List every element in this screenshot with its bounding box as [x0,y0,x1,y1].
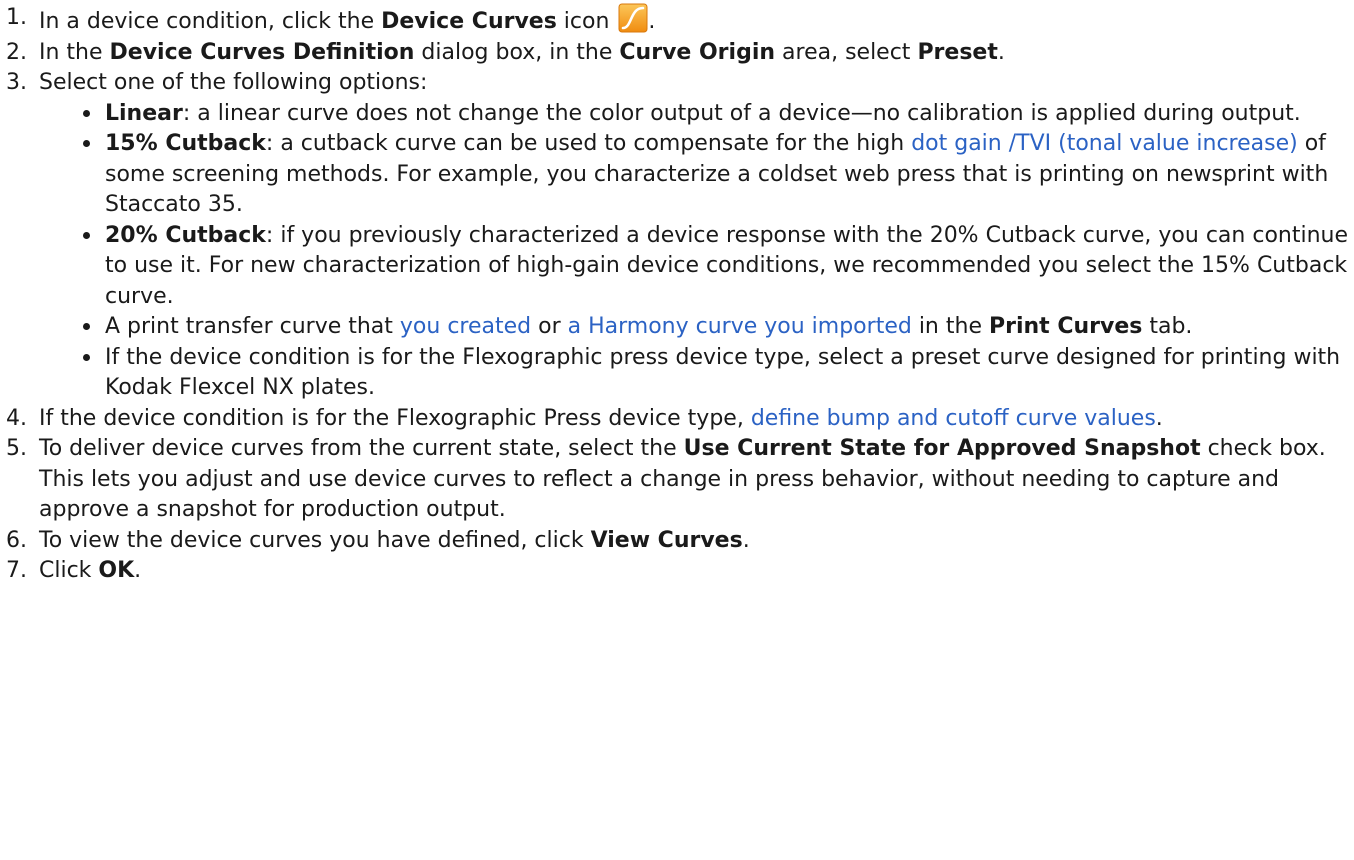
option-text: A print transfer curve that [105,314,400,339]
option-name: Preset [917,39,998,65]
step-5: 5. To deliver device curves from the curr… [0,434,1354,526]
step-text: . [648,9,656,34]
step-text: icon [556,9,617,34]
step-text: . [1155,405,1163,431]
options-container: Linear: a linear curve does not change t… [0,99,1354,404]
option-term: 20% Cutback [105,222,266,248]
step-text: dialog box, in the [414,39,620,65]
option-text: If the device condition is for the Flexo… [105,344,1341,401]
step-text: In a device condition, click the [39,9,382,34]
step-number: 2. [6,39,27,65]
step-text: If the device condition is for the Flexo… [39,405,751,431]
area-name: Curve Origin [619,39,776,65]
step-number: 7. [6,558,27,583]
option-20-cutback: 20% Cutback: if you previously character… [83,221,1354,313]
step-text: To view the device curves you have defin… [39,527,591,553]
option-text: tab. [1142,314,1193,339]
dot-gain-link[interactable]: dot gain /TVI (tonal value increase) [911,131,1298,156]
option-flexo-preset: If the device condition is for the Flexo… [83,343,1354,404]
step-number: 1. [6,5,27,30]
step-4: 4. If the device condition is for the Fle… [0,404,1354,435]
option-text: : if you previously characterized a devi… [105,222,1349,309]
print-curves-tab-name: Print Curves [988,314,1143,339]
step-text: To deliver device curves from the curren… [39,436,684,461]
step-text: . [997,39,1005,65]
step-number: 6. [6,527,27,553]
step-number: 5. [6,436,27,461]
step-7: 7. Click OK. [0,556,1354,587]
option-text: : a cutback curve can be used to compens… [265,131,912,156]
step-6: 6. To view the device curves you have def… [0,526,1354,557]
button-name: OK [98,558,135,583]
option-text: : a linear curve does not change the col… [182,100,1301,126]
steps-list: 1. In a device condition, click the Devic… [0,3,1354,587]
option-15-cutback: 15% Cutback: a cutback curve can be used… [83,129,1354,221]
procedure-document: 1. In a device condition, click the Devic… [0,0,1354,587]
step-text: In the [39,39,110,65]
option-term: 15% Cutback [105,131,266,156]
step-text: Click [39,558,99,583]
dialog-name: Device Curves Definition [109,39,415,65]
step-text: Select one of the following options: [39,70,428,95]
option-print-transfer-curve: A print transfer curve that you created … [83,312,1354,343]
options-list: Linear: a linear curve does not change t… [0,99,1354,404]
step-text: area, select [775,39,918,65]
step-3: 3. Select one of the following options: [0,68,1354,99]
device-curves-icon [618,3,648,33]
step-1: 1. In a device condition, click the Devic… [0,3,1354,38]
step-text: . [134,558,142,583]
harmony-curve-link[interactable]: a Harmony curve you imported [568,314,912,339]
button-name: View Curves [590,527,743,553]
option-term: Linear [105,100,183,126]
step-text: . [742,527,750,553]
checkbox-name: Use Current State for Approved Snapshot [683,436,1201,461]
option-text: or [531,314,568,339]
bump-cutoff-link[interactable]: define bump and cutoff curve values [751,406,1156,431]
step-number: 4. [6,405,27,431]
device-curves-term: Device Curves [381,9,557,34]
step-number: 3. [6,70,27,95]
option-linear: Linear: a linear curve does not change t… [83,99,1354,130]
option-text: in the [911,314,989,339]
you-created-link[interactable]: you created [400,314,531,339]
step-2: 2. In the Device Curves Definition dialog… [0,38,1354,69]
